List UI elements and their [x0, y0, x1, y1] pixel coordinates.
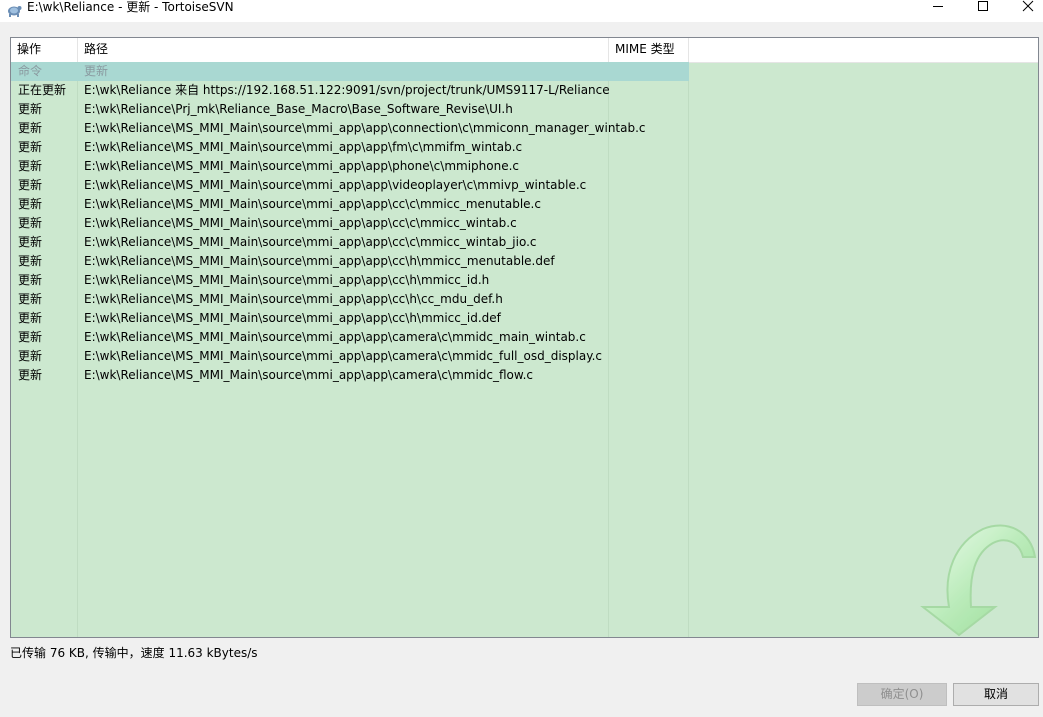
- row-action: 更新: [18, 216, 43, 230]
- close-button[interactable]: [1005, 0, 1043, 22]
- transfer-status: 已传输 76 KB, 传输中，速度 11.63 kBytes/s: [10, 646, 258, 660]
- maximize-icon: [978, 1, 988, 11]
- svn-update-window: E:\wk\Reliance - 更新 - TortoiseSVN 操作 路径 …: [0, 0, 1043, 717]
- row-path: E:\wk\Reliance\MS_MMI_Main\source\mmi_ap…: [84, 368, 534, 382]
- minimize-button[interactable]: [915, 0, 961, 22]
- column-header-action[interactable]: 操作: [11, 38, 78, 62]
- list-item[interactable]: 更新 E:\wk\Reliance\MS_MMI_Main\source\mmi_…: [11, 157, 1038, 176]
- row-path: 更新: [84, 64, 109, 78]
- list-item[interactable]: 更新 E:\wk\Reliance\Prj_mk\Reliance_Base_Ma…: [11, 100, 1038, 119]
- row-path: E:\wk\Reliance\MS_MMI_Main\source\mmi_ap…: [84, 273, 490, 287]
- minimize-icon: [933, 6, 943, 7]
- row-action: 更新: [18, 178, 43, 192]
- row-path: E:\wk\Reliance\MS_MMI_Main\source\mmi_ap…: [84, 140, 523, 154]
- list-item[interactable]: 更新 E:\wk\Reliance\MS_MMI_Main\source\mmi_…: [11, 176, 1038, 195]
- row-path: E:\wk\Reliance\MS_MMI_Main\source\mmi_ap…: [84, 159, 519, 173]
- list-header: 操作 路径 MIME 类型: [11, 38, 1038, 63]
- title-bar[interactable]: E:\wk\Reliance - 更新 - TortoiseSVN: [0, 0, 1043, 22]
- row-path: E:\wk\Reliance\MS_MMI_Main\source\mmi_ap…: [84, 311, 501, 325]
- row-path: E:\wk\Reliance\MS_MMI_Main\source\mmi_ap…: [84, 216, 517, 230]
- row-path: E:\wk\Reliance\Prj_mk\Reliance_Base_Macr…: [84, 102, 513, 116]
- list-item[interactable]: 更新 E:\wk\Reliance\MS_MMI_Main\source\mmi_…: [11, 347, 1038, 366]
- list-item[interactable]: 更新 E:\wk\Reliance\MS_MMI_Main\source\mmi_…: [11, 233, 1038, 252]
- row-path: E:\wk\Reliance\MS_MMI_Main\source\mmi_ap…: [84, 121, 646, 135]
- command-row[interactable]: 命令 更新: [11, 62, 1038, 81]
- update-arrow-icon: [920, 524, 1037, 637]
- row-path: E:\wk\Reliance\MS_MMI_Main\source\mmi_ap…: [84, 292, 503, 306]
- column-header-mime-type[interactable]: MIME 类型: [609, 38, 689, 62]
- list-item[interactable]: 更新 E:\wk\Reliance\MS_MMI_Main\source\mmi_…: [11, 138, 1038, 157]
- update-log-list[interactable]: 操作 路径 MIME 类型 命令 更新 正在更新 E:\wk\Reliance 来自 …: [10, 37, 1039, 638]
- row-path: E:\wk\Reliance\MS_MMI_Main\source\mmi_ap…: [84, 178, 587, 192]
- cancel-button[interactable]: 取消: [953, 683, 1039, 706]
- row-action: 更新: [18, 121, 43, 135]
- row-path: E:\wk\Reliance\MS_MMI_Main\source\mmi_ap…: [84, 235, 537, 249]
- close-icon: [1022, 0, 1034, 12]
- column-header-path[interactable]: 路径: [78, 38, 609, 62]
- row-action: 更新: [18, 311, 43, 325]
- list-item[interactable]: 更新 E:\wk\Reliance\MS_MMI_Main\source\mmi_…: [11, 309, 1038, 328]
- row-action: 命令: [18, 64, 43, 78]
- list-item[interactable]: 更新 E:\wk\Reliance\MS_MMI_Main\source\mmi_…: [11, 328, 1038, 347]
- row-action: 更新: [18, 254, 43, 268]
- row-highlight: [11, 62, 689, 81]
- ok-button[interactable]: 确定(O): [857, 683, 947, 706]
- list-item[interactable]: 更新 E:\wk\Reliance\MS_MMI_Main\source\mmi_…: [11, 366, 1038, 385]
- window-title: E:\wk\Reliance - 更新 - TortoiseSVN: [27, 0, 234, 14]
- row-path: E:\wk\Reliance\MS_MMI_Main\source\mmi_ap…: [84, 330, 586, 344]
- list-item[interactable]: 更新 E:\wk\Reliance\MS_MMI_Main\source\mmi_…: [11, 214, 1038, 233]
- list-item[interactable]: 更新 E:\wk\Reliance\MS_MMI_Main\source\mmi_…: [11, 195, 1038, 214]
- maximize-button[interactable]: [960, 0, 1006, 22]
- list-item[interactable]: 更新 E:\wk\Reliance\MS_MMI_Main\source\mmi_…: [11, 119, 1038, 138]
- list-item[interactable]: 更新 E:\wk\Reliance\MS_MMI_Main\source\mmi_…: [11, 252, 1038, 271]
- row-action: 更新: [18, 349, 43, 363]
- row-action: 更新: [18, 235, 43, 249]
- list-item[interactable]: 更新 E:\wk\Reliance\MS_MMI_Main\source\mmi_…: [11, 290, 1038, 309]
- row-path: E:\wk\Reliance 来自 https://192.168.51.122…: [84, 83, 610, 97]
- row-action: 更新: [18, 368, 43, 382]
- row-action: 更新: [18, 292, 43, 306]
- row-action: 更新: [18, 159, 43, 173]
- row-action: 更新: [18, 197, 43, 211]
- row-action: 更新: [18, 140, 43, 154]
- row-path: E:\wk\Reliance\MS_MMI_Main\source\mmi_ap…: [84, 254, 555, 268]
- list-item[interactable]: 更新 E:\wk\Reliance\MS_MMI_Main\source\mmi_…: [11, 271, 1038, 290]
- row-action: 正在更新: [18, 83, 67, 97]
- row-path: E:\wk\Reliance\MS_MMI_Main\source\mmi_ap…: [84, 349, 603, 363]
- row-action: 更新: [18, 102, 43, 116]
- row-path: E:\wk\Reliance\MS_MMI_Main\source\mmi_ap…: [84, 197, 541, 211]
- tortoise-icon[interactable]: [6, 2, 22, 18]
- list-item[interactable]: 正在更新 E:\wk\Reliance 来自 https://192.168.51…: [11, 81, 1038, 100]
- row-action: 更新: [18, 330, 43, 344]
- row-action: 更新: [18, 273, 43, 287]
